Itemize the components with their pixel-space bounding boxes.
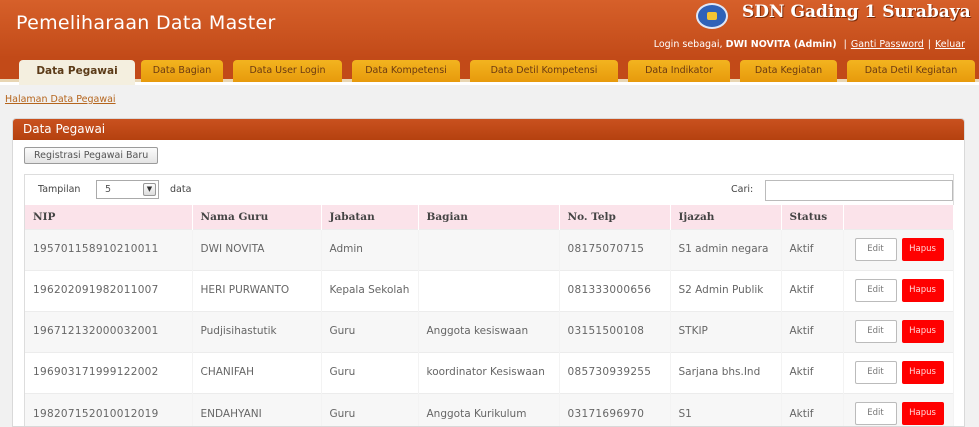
cell-jabatan: Guru: [321, 310, 419, 352]
cell-actions: Edit Hapus: [843, 392, 954, 426]
table-controls: Tampilan 5 ▼ data Cari:: [25, 175, 953, 205]
cell-actions: Edit Hapus: [843, 351, 954, 393]
change-password-link[interactable]: Ganti Password: [851, 39, 924, 50]
tab-data-bagian[interactable]: Data Bagian: [141, 60, 223, 82]
cell-actions: Edit Hapus: [843, 269, 954, 311]
cell-telp: 03171696970: [559, 392, 671, 426]
separator: |: [927, 39, 931, 50]
cell-nama: Pudjisihastutik: [192, 310, 322, 352]
cell-telp: 03151500108: [559, 310, 671, 352]
content-area: Halaman Data Pegawai Data Pegawai Regist…: [0, 85, 979, 427]
cell-ijazah: Sarjana bhs.Ind: [670, 351, 782, 393]
cell-nip: 196202091982011007: [25, 269, 193, 311]
cell-status: Aktif: [781, 228, 844, 270]
school-logo-icon: [696, 3, 728, 29]
delete-button[interactable]: Hapus: [901, 279, 944, 302]
tab-data-indikator[interactable]: Data Indikator: [628, 60, 730, 82]
column-header-jabatan[interactable]: Jabatan: [321, 205, 419, 229]
cell-actions: Edit Hapus: [843, 310, 954, 352]
cell-ijazah: STKIP: [670, 310, 782, 352]
column-header-no-telp[interactable]: No. Telp: [559, 205, 671, 229]
cell-jabatan: Kepala Sekolah: [321, 269, 419, 311]
delete-button[interactable]: Hapus: [901, 361, 944, 384]
cell-jabatan: Guru: [321, 351, 419, 393]
breadcrumb[interactable]: Halaman Data Pegawai: [5, 94, 116, 105]
tab-data-detil-kompetensi[interactable]: Data Detil Kompetensi: [470, 60, 618, 82]
cell-nama: HERI PURWANTO: [192, 269, 322, 311]
app-title: Pemeliharaan Data Master: [16, 12, 276, 34]
login-prefix: Login sebagai,: [653, 39, 723, 50]
logout-link[interactable]: Keluar: [935, 39, 965, 50]
cell-bagian: [418, 269, 560, 311]
cell-nama: ENDAHYANI: [192, 392, 322, 426]
cell-nip: 196903171999122002: [25, 351, 193, 393]
cell-status: Aktif: [781, 269, 844, 311]
delete-button[interactable]: Hapus: [901, 402, 944, 426]
login-info: Login sebagai, DWI NOVITA (Admin) | Ganti…: [654, 39, 965, 50]
tab-data-pegawai[interactable]: Data Pegawai: [19, 60, 135, 85]
edit-button[interactable]: Edit: [854, 361, 897, 384]
column-header-status[interactable]: Status: [781, 205, 844, 229]
cell-telp: 081333000656: [559, 269, 671, 311]
page-length-select[interactable]: 5 ▼: [96, 180, 159, 199]
panel-title: Data Pegawai: [13, 119, 964, 140]
logged-in-user: DWI NOVITA (Admin): [725, 39, 837, 50]
edit-button[interactable]: Edit: [854, 238, 897, 261]
table-header-row: NIP Nama Guru Jabatan Bagian No. Telp Ij…: [25, 205, 954, 229]
delete-button[interactable]: Hapus: [901, 320, 944, 343]
cell-nip: 195701158910210011: [25, 228, 193, 270]
delete-button[interactable]: Hapus: [901, 238, 944, 261]
cell-jabatan: Guru: [321, 392, 419, 426]
register-employee-button[interactable]: Registrasi Pegawai Baru: [24, 147, 159, 164]
tab-data-user-login[interactable]: Data User Login: [233, 60, 342, 82]
table-row: 196903171999122002 CHANIFAH Guru koordin…: [25, 351, 954, 393]
search-input[interactable]: [765, 180, 953, 201]
search-label: Cari:: [731, 184, 754, 195]
cell-telp: 085730939255: [559, 351, 671, 393]
app-header: Pemeliharaan Data Master SDN Gading 1 Su…: [0, 0, 979, 58]
tab-bar: Data Pegawai Data Bagian Data User Login…: [0, 58, 979, 85]
column-header-actions: [843, 205, 954, 229]
table-row: 196202091982011007 HERI PURWANTO Kepala …: [25, 269, 954, 311]
column-header-bagian[interactable]: Bagian: [418, 205, 560, 229]
cell-telp: 08175070715: [559, 228, 671, 270]
column-header-nip[interactable]: NIP: [25, 205, 193, 229]
page-length-value: 5: [105, 184, 112, 195]
tab-data-detil-kegiatan[interactable]: Data Detil Kegiatan: [847, 60, 975, 82]
table-row: 196712132000032001 Pudjisihastutik Guru …: [25, 310, 954, 352]
cell-status: Aktif: [781, 351, 844, 393]
column-header-nama-guru[interactable]: Nama Guru: [192, 205, 322, 229]
tab-data-kompetensi[interactable]: Data Kompetensi: [352, 60, 460, 82]
tab-data-kegiatan[interactable]: Data Kegiatan: [740, 60, 837, 82]
cell-nip: 196712132000032001: [25, 310, 193, 352]
cell-nip: 198207152010012019: [25, 392, 193, 426]
cell-ijazah: S1 admin negara: [670, 228, 782, 270]
employee-table-container: Tampilan 5 ▼ data Cari: NIP Nama Guru Ja…: [24, 174, 954, 426]
cell-bagian: Anggota kesiswaan: [418, 310, 560, 352]
column-header-ijazah[interactable]: Ijazah: [670, 205, 782, 229]
edit-button[interactable]: Edit: [854, 402, 897, 426]
cell-bagian: [418, 228, 560, 270]
table-row: 198207152010012019 ENDAHYANI Guru Anggot…: [25, 392, 954, 426]
show-entries-label: Tampilan: [38, 184, 81, 195]
chevron-down-icon[interactable]: ▼: [143, 183, 156, 196]
cell-jabatan: Admin: [321, 228, 419, 270]
cell-status: Aktif: [781, 392, 844, 426]
separator: |: [843, 39, 847, 50]
cell-actions: Edit Hapus: [843, 228, 954, 270]
cell-nama: DWI NOVITA: [192, 228, 322, 270]
cell-nama: CHANIFAH: [192, 351, 322, 393]
employee-table: NIP Nama Guru Jabatan Bagian No. Telp Ij…: [25, 205, 954, 426]
show-entries-suffix: data: [170, 184, 192, 195]
cell-ijazah: S2 Admin Publik: [670, 269, 782, 311]
cell-bagian: koordinator Kesiswaan: [418, 351, 560, 393]
school-name: SDN Gading 1 Surabaya: [742, 2, 971, 22]
cell-ijazah: S1: [670, 392, 782, 426]
cell-bagian: Anggota Kurikulum: [418, 392, 560, 426]
data-pegawai-panel: Data Pegawai Registrasi Pegawai Baru Tam…: [12, 118, 965, 427]
table-row: 195701158910210011 DWI NOVITA Admin 0817…: [25, 228, 954, 270]
edit-button[interactable]: Edit: [854, 320, 897, 343]
cell-status: Aktif: [781, 310, 844, 352]
edit-button[interactable]: Edit: [854, 279, 897, 302]
